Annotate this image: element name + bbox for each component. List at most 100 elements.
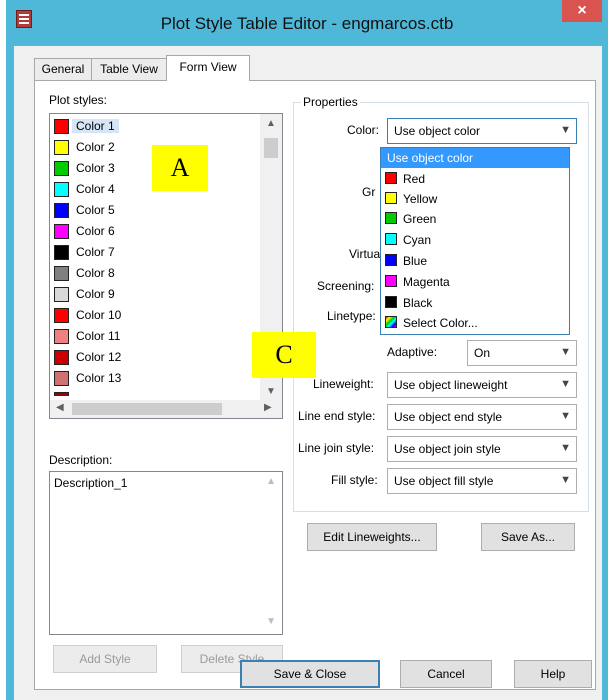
properties-title: Properties bbox=[301, 95, 360, 109]
grayscale-label: Gr bbox=[362, 185, 376, 199]
color-swatch bbox=[385, 172, 397, 184]
lineweight-label: Lineweight: bbox=[313, 377, 374, 391]
fill-style-value: Use object fill style bbox=[394, 474, 494, 488]
scroll-right-icon[interactable]: ▶ bbox=[264, 402, 272, 413]
color-swatch bbox=[54, 308, 69, 323]
option-label: Yellow bbox=[403, 192, 438, 206]
list-item[interactable]: Color 11 bbox=[54, 327, 274, 346]
description-value: Description_1 bbox=[54, 476, 128, 490]
adaptive-label: Adaptive: bbox=[387, 345, 438, 359]
dropdown-option-yellow[interactable]: Yellow bbox=[381, 189, 569, 209]
color-swatch bbox=[54, 392, 69, 396]
line-join-style-label: Line join style: bbox=[298, 441, 375, 455]
dropdown-option-select-color[interactable]: Select Color... bbox=[381, 313, 569, 333]
description-label: Description: bbox=[49, 453, 113, 467]
color-swatch bbox=[54, 119, 69, 134]
tab-table-view[interactable]: Table View bbox=[91, 58, 167, 80]
chevron-down-icon: ▼ bbox=[560, 346, 571, 358]
scroll-down-icon[interactable]: ▼ bbox=[266, 386, 276, 397]
color-swatch bbox=[385, 296, 397, 308]
list-item-label: Color 4 bbox=[76, 182, 115, 196]
save-as-button[interactable]: Save As... bbox=[481, 523, 575, 551]
scroll-thumb-horizontal[interactable] bbox=[72, 403, 222, 415]
list-item[interactable]: Color 5 bbox=[54, 201, 274, 220]
line-end-style-select[interactable]: Use object end style ▼ bbox=[387, 404, 577, 430]
window-title: Plot Style Table Editor - engmarcos.ctb bbox=[160, 14, 454, 33]
adaptive-select[interactable]: On ▼ bbox=[467, 340, 577, 366]
scroll-down-icon: ▼ bbox=[266, 616, 276, 627]
scroll-thumb[interactable] bbox=[264, 138, 278, 158]
color-swatch bbox=[54, 245, 69, 260]
color-swatch bbox=[54, 329, 69, 344]
list-item-label: Color 2 bbox=[76, 140, 115, 154]
annotation-label-c: C bbox=[252, 332, 316, 378]
dropdown-option-use-object-color[interactable]: Use object color bbox=[381, 148, 569, 168]
option-label: Use object color bbox=[387, 151, 474, 165]
save-close-button[interactable]: Save & Close bbox=[240, 660, 380, 688]
color-swatch bbox=[54, 266, 69, 281]
dropdown-option-green[interactable]: Green bbox=[381, 209, 569, 229]
option-label: Green bbox=[403, 212, 437, 226]
title-bar[interactable]: Plot Style Table Editor - engmarcos.ctb … bbox=[6, 0, 608, 46]
list-item[interactable]: Color 9 bbox=[54, 285, 274, 304]
line-end-style-label: Line end style: bbox=[298, 409, 376, 423]
adaptive-value: On bbox=[474, 346, 491, 360]
color-swatch bbox=[54, 182, 69, 197]
lineweight-select[interactable]: Use object lineweight ▼ bbox=[387, 372, 577, 398]
line-end-style-value: Use object end style bbox=[394, 410, 503, 424]
color-swatch bbox=[385, 233, 397, 245]
list-item-label: Color 10 bbox=[76, 308, 122, 322]
chevron-down-icon: ▼ bbox=[560, 410, 571, 422]
description-textarea[interactable]: Description_1 ▲ ▼ bbox=[49, 471, 283, 635]
fill-style-select[interactable]: Use object fill style ▼ bbox=[387, 468, 577, 494]
chevron-down-icon: ▼ bbox=[560, 124, 571, 136]
dropdown-option-magenta[interactable]: Magenta bbox=[381, 272, 569, 292]
list-item[interactable]: Color 10 bbox=[54, 306, 274, 325]
color-swatch bbox=[54, 224, 69, 239]
scroll-left-icon[interactable]: ◀ bbox=[56, 402, 64, 413]
list-item[interactable]: Color 6 bbox=[54, 222, 274, 241]
fill-style-label: Fill style: bbox=[331, 473, 378, 487]
plot-styles-horizontal-scrollbar[interactable]: ◀ ▶ bbox=[50, 400, 282, 418]
help-button[interactable]: Help bbox=[514, 660, 592, 688]
scroll-up-icon[interactable]: ▲ bbox=[266, 118, 276, 129]
list-item-label: Color 11 bbox=[76, 329, 121, 343]
scroll-up-icon: ▲ bbox=[266, 476, 276, 487]
list-item-label: Color 1 bbox=[72, 119, 119, 133]
list-item[interactable]: Color 8 bbox=[54, 264, 274, 283]
list-item[interactable]: Color 13 bbox=[54, 369, 274, 388]
list-item[interactable]: Color 1 bbox=[54, 117, 274, 136]
chevron-down-icon: ▼ bbox=[560, 474, 571, 486]
edit-lineweights-button[interactable]: Edit Lineweights... bbox=[307, 523, 437, 551]
list-item-label: Color 7 bbox=[76, 245, 115, 259]
color-swatch bbox=[54, 203, 69, 218]
tab-form-view[interactable]: Form View bbox=[166, 55, 250, 81]
add-style-button[interactable]: Add Style bbox=[53, 645, 157, 673]
cancel-button[interactable]: Cancel bbox=[400, 660, 492, 688]
color-dropdown-list[interactable]: Use object color Red Yellow Green Cyan B… bbox=[380, 147, 570, 335]
list-item-label: Color 3 bbox=[76, 161, 115, 175]
color-swatch bbox=[54, 350, 69, 365]
plot-styles-label: Plot styles: bbox=[49, 93, 108, 107]
tab-general[interactable]: General bbox=[34, 58, 92, 80]
list-item-partial bbox=[54, 390, 274, 396]
dropdown-option-red[interactable]: Red bbox=[381, 169, 569, 189]
color-swatch bbox=[385, 212, 397, 224]
chevron-down-icon: ▼ bbox=[560, 442, 571, 454]
dropdown-option-black[interactable]: Black bbox=[381, 293, 569, 313]
list-item[interactable]: Color 7 bbox=[54, 243, 274, 262]
option-label: Red bbox=[403, 172, 426, 186]
dropdown-option-cyan[interactable]: Cyan bbox=[381, 230, 569, 250]
list-item-label: Color 9 bbox=[76, 287, 115, 301]
option-label: Select Color... bbox=[403, 316, 478, 330]
close-button[interactable]: × bbox=[562, 0, 602, 22]
color-select-value: Use object color bbox=[394, 124, 481, 138]
color-select[interactable]: Use object color ▼ bbox=[387, 118, 577, 144]
linetype-label: Linetype: bbox=[327, 309, 376, 323]
list-item[interactable]: Color 12 bbox=[54, 348, 274, 367]
dropdown-option-blue[interactable]: Blue bbox=[381, 251, 569, 271]
screening-label: Screening: bbox=[317, 279, 375, 293]
option-label: Magenta bbox=[403, 275, 450, 289]
option-label: Blue bbox=[403, 254, 428, 268]
line-join-style-select[interactable]: Use object join style ▼ bbox=[387, 436, 577, 462]
